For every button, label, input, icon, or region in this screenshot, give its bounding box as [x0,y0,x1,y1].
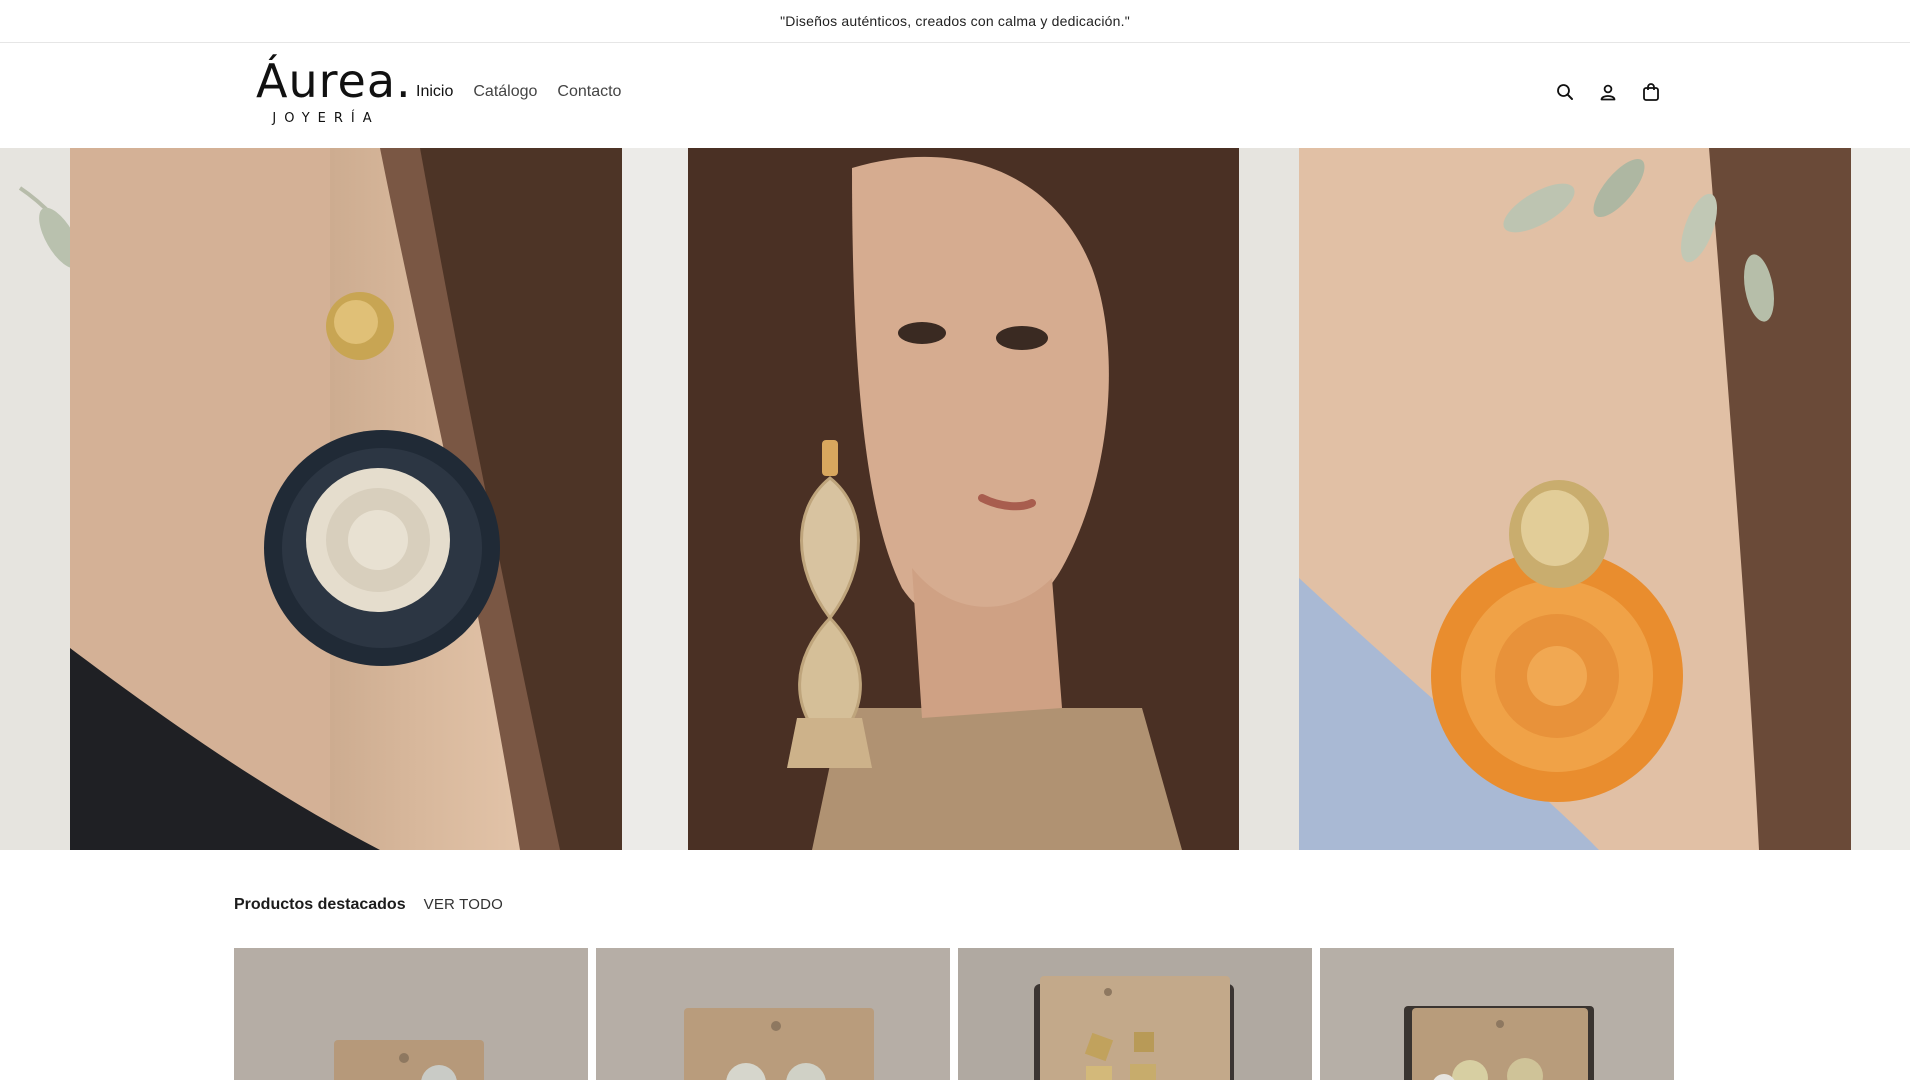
account-icon[interactable] [1597,81,1619,103]
search-icon[interactable] [1554,81,1576,103]
main-nav: Inicio Catálogo Contacto [416,83,621,101]
site-header: Áurea. JOYERÍA Inicio Catálogo Contacto [0,43,1910,148]
featured-header: Productos destacados VER TODO [234,896,503,914]
cart-icon[interactable] [1640,81,1662,103]
featured-title: Productos destacados [234,896,406,913]
hero-panel-earring-raffia-drop [622,148,1239,850]
product-image [596,948,950,1080]
hero-image-3 [1239,148,1851,850]
product-image [958,948,1312,1080]
product-card[interactable] [596,948,950,1080]
product-card[interactable] [958,948,1312,1080]
logo[interactable]: Áurea. JOYERÍA [256,54,412,139]
view-all-link[interactable]: VER TODO [424,896,503,913]
header-icons [1554,81,1662,103]
logo-wordmark: Áurea. [256,54,412,108]
product-grid [234,948,1674,1080]
product-image [234,948,588,1080]
announcement-text: "Diseños auténticos, creados con calma y… [780,13,1130,29]
product-image [1320,948,1674,1080]
product-card[interactable] [234,948,588,1080]
hero-image-1 [0,148,622,850]
hero-panel-earring-black-white [0,148,622,850]
nav-item-inicio[interactable]: Inicio [416,83,453,101]
nav-item-catalogo[interactable]: Catálogo [473,83,537,101]
logo-tagline: JOYERÍA [272,111,380,126]
product-card[interactable] [1320,948,1674,1080]
hero-edge-strip [1851,148,1910,850]
announcement-bar: "Diseños auténticos, creados con calma y… [0,0,1910,43]
hero-panel-earring-orange-gold [1239,148,1851,850]
nav-item-contacto[interactable]: Contacto [557,83,621,101]
hero-image-2 [622,148,1239,850]
hero-banner[interactable] [0,148,1910,850]
